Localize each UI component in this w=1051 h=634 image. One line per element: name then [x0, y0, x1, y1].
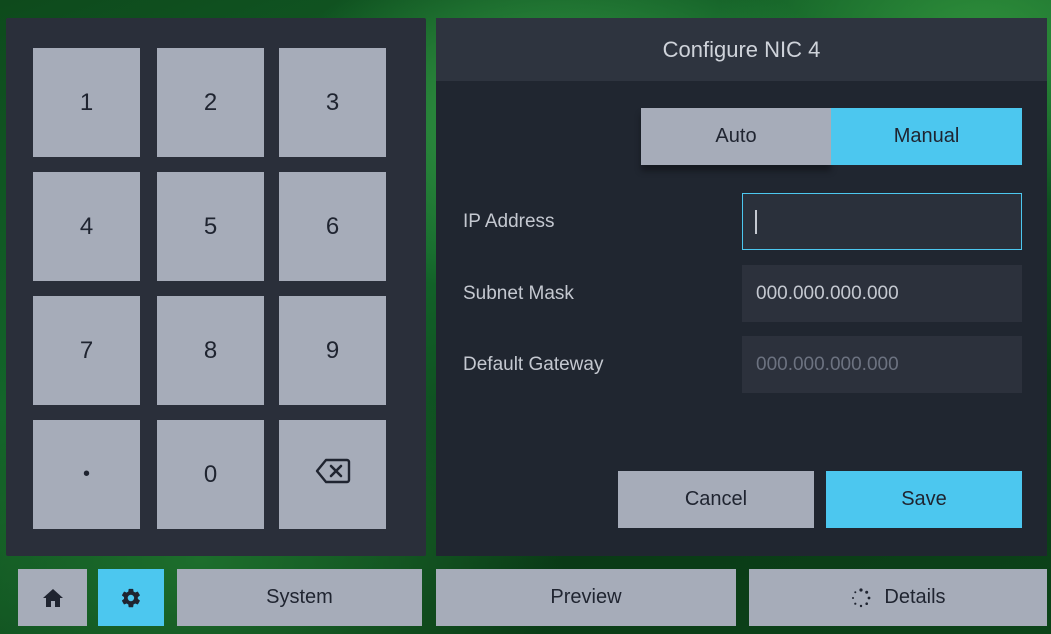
key-1[interactable]: 1 — [33, 48, 140, 157]
mode-manual-button[interactable]: Manual — [831, 108, 1022, 165]
save-button[interactable]: Save — [826, 471, 1022, 528]
subnet-mask-label: Subnet Mask — [463, 283, 574, 304]
gear-icon — [120, 587, 142, 609]
panel-title: Configure NIC 4 — [436, 18, 1047, 81]
system-button[interactable]: System — [177, 569, 422, 626]
home-button[interactable] — [18, 569, 87, 626]
backspace-icon — [315, 458, 351, 491]
ip-address-input[interactable] — [742, 193, 1022, 250]
key-7[interactable]: 7 — [33, 296, 140, 405]
text-caret — [755, 209, 757, 234]
home-icon — [42, 588, 64, 608]
preview-button[interactable]: Preview — [436, 569, 736, 626]
key-4[interactable]: 4 — [33, 172, 140, 281]
ip-address-label: IP Address — [463, 211, 555, 232]
default-gateway-label: Default Gateway — [463, 354, 604, 375]
key-2[interactable]: 2 — [157, 48, 264, 157]
mode-auto-button[interactable]: Auto — [641, 108, 831, 165]
key-3[interactable]: 3 — [279, 48, 386, 157]
key-6[interactable]: 6 — [279, 172, 386, 281]
key-5[interactable]: 5 — [157, 172, 264, 281]
key-backspace[interactable] — [279, 420, 386, 529]
details-button[interactable]: Details — [749, 569, 1047, 626]
key-0[interactable]: 0 — [157, 420, 264, 529]
subnet-mask-input[interactable]: 000.000.000.000 — [742, 265, 1022, 322]
details-label: Details — [884, 586, 946, 608]
default-gateway-input[interactable]: 000.000.000.000 — [742, 336, 1022, 393]
settings-button[interactable] — [98, 569, 164, 626]
key-9[interactable]: 9 — [279, 296, 386, 405]
key-8[interactable]: 8 — [157, 296, 264, 405]
cancel-button[interactable]: Cancel — [618, 471, 814, 528]
key-dot[interactable]: • — [33, 420, 140, 529]
dotted-circle-icon — [850, 587, 872, 609]
